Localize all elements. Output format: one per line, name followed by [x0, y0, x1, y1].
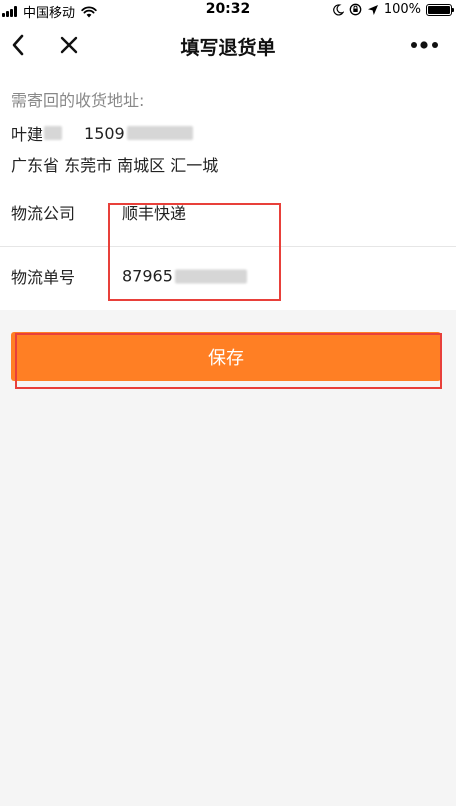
- status-bar: 中国移动 20:32 100%: [0, 0, 456, 21]
- battery-percent: 100%: [383, 2, 421, 17]
- address-region: 广东省 东莞市 南城区 汇一城: [11, 156, 219, 175]
- recipient-name: 叶建: [11, 125, 44, 144]
- recipient-phone: 1509: [84, 123, 125, 143]
- address-label: 需寄回的收货地址:: [11, 91, 145, 110]
- moon-icon: [332, 3, 344, 16]
- tracking-number-field[interactable]: 87965: [122, 267, 247, 286]
- return-address-section: 需寄回的收货地址: 叶建 1509 广东省 东莞市 南城区 汇一城: [0, 70, 456, 183]
- status-right: 100%: [332, 2, 454, 17]
- tracking-redaction: [174, 269, 247, 283]
- name-redaction: [44, 126, 63, 140]
- logistics-company-row[interactable]: 物流公司 顺丰快递: [0, 183, 456, 246]
- save-button[interactable]: 保存: [11, 332, 441, 381]
- rotation-lock-icon: [349, 3, 362, 16]
- battery-icon: [426, 3, 454, 16]
- more-dots-icon: [411, 41, 438, 49]
- tracking-number-row[interactable]: 物流单号 87965: [0, 247, 456, 310]
- logistics-company-field[interactable]: 顺丰快递: [122, 200, 186, 224]
- more-button[interactable]: [408, 32, 442, 58]
- logistics-company-label: 物流公司: [11, 204, 76, 223]
- nav-bar: 填写退货单: [0, 20, 456, 70]
- tracking-number-value: 87965: [122, 266, 173, 286]
- logistics-form: 物流公司 顺丰快递 物流单号 87965: [0, 183, 456, 310]
- tracking-number-label: 物流单号: [11, 268, 76, 287]
- page-title: 填写退货单: [180, 37, 276, 59]
- phone-redaction: [126, 126, 193, 140]
- location-arrow-icon: [367, 4, 378, 15]
- recipient-line: 叶建 1509: [11, 121, 193, 145]
